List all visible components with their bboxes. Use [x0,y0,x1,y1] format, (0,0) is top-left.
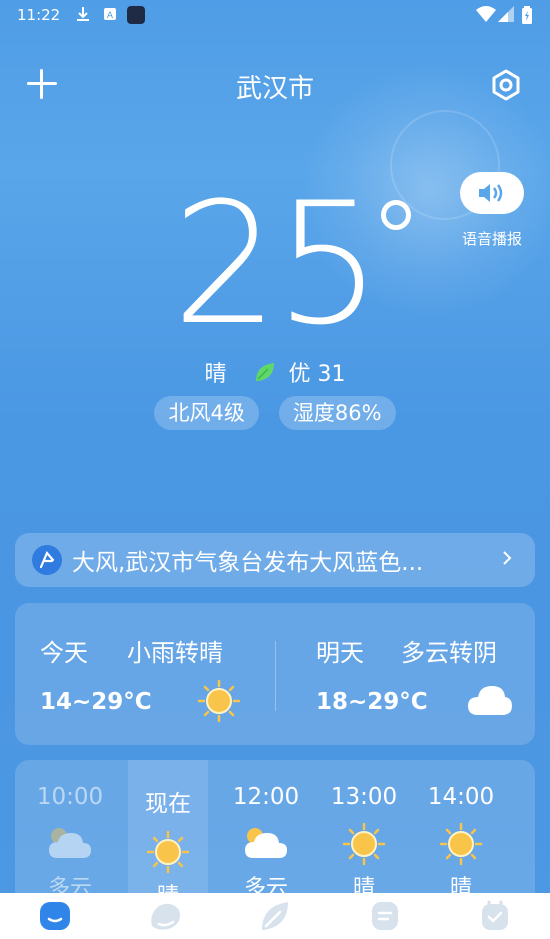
wind-badge: 北风4级 [154,396,259,430]
settings-icon[interactable] [489,68,523,102]
app-square-icon [127,6,145,28]
detail-pills: 北风4级 湿度86% [0,396,550,430]
leaf-icon [254,361,276,389]
speaker-icon [460,172,524,214]
battery-icon [522,6,532,28]
forecast-today-condition: 小雨转晴 [127,639,223,667]
voice-broadcast-label: 语音播报 [461,230,522,248]
forecast-today-range: 14~29°C [40,689,152,715]
chevron-right-icon [501,548,513,573]
weather-tab-icon[interactable] [35,896,75,936]
signal-icon [498,6,514,26]
aqi-value[interactable]: 优 31 [289,362,346,387]
forecast-tomorrow-range: 18~29°C [316,689,428,715]
tools-tab-icon[interactable] [475,896,515,936]
hourly-time: 13:00 [330,784,398,810]
forecast-tab-icon[interactable] [145,896,185,936]
daily-forecast-card[interactable]: 今天 小雨转晴 14~29°C 明天 多云转阴 18~29°C [15,603,535,745]
alert-text: 大风,武汉市气象台发布大风蓝色... [72,550,424,576]
app-notification-icon: A [103,6,117,26]
sun-icon [324,822,404,866]
download-icon [76,6,90,26]
status-bar: 11:22 A [0,0,550,30]
forecast-today-day: 今天 [40,639,88,667]
current-condition: 晴 [204,362,227,387]
partly-cloudy-icon [226,822,306,866]
wifi-icon [476,6,496,26]
sun-icon [197,679,241,727]
forecast-divider [275,641,276,711]
voice-broadcast-button[interactable]: 语音播报 [456,172,528,249]
sun-icon [421,822,501,866]
bottom-navigation [0,893,550,939]
weather-alert-banner[interactable]: 大风,武汉市气象台发布大风蓝色... [15,533,535,587]
forecast-tomorrow[interactable]: 明天 多云转阴 18~29°C [290,603,535,745]
humidity-badge: 湿度86% [278,396,396,430]
hourly-time: 现在 [145,791,191,817]
hourly-time: 12:00 [232,784,300,810]
degree-symbol [381,200,411,230]
forecast-tomorrow-condition: 多云转阴 [401,639,497,667]
svg-text:A: A [107,11,114,21]
air-tab-icon[interactable] [255,896,295,936]
partly-cloudy-icon [30,822,110,866]
top-bar: 武汉市 [0,60,550,110]
alert-icon [32,545,62,575]
cloud-icon [466,683,514,721]
status-time: 11:22 [17,6,61,24]
news-tab-icon[interactable] [365,896,405,936]
sun-icon [128,830,208,874]
hourly-time: 14:00 [427,784,495,810]
current-temperature: 25 [172,166,382,362]
current-condition-row: 晴 优 31 [0,356,550,389]
city-title[interactable]: 武汉市 [0,68,550,105]
forecast-tomorrow-day: 明天 [316,639,364,667]
hourly-time: 10:00 [36,784,104,810]
forecast-today[interactable]: 今天 小雨转晴 14~29°C [15,603,260,745]
